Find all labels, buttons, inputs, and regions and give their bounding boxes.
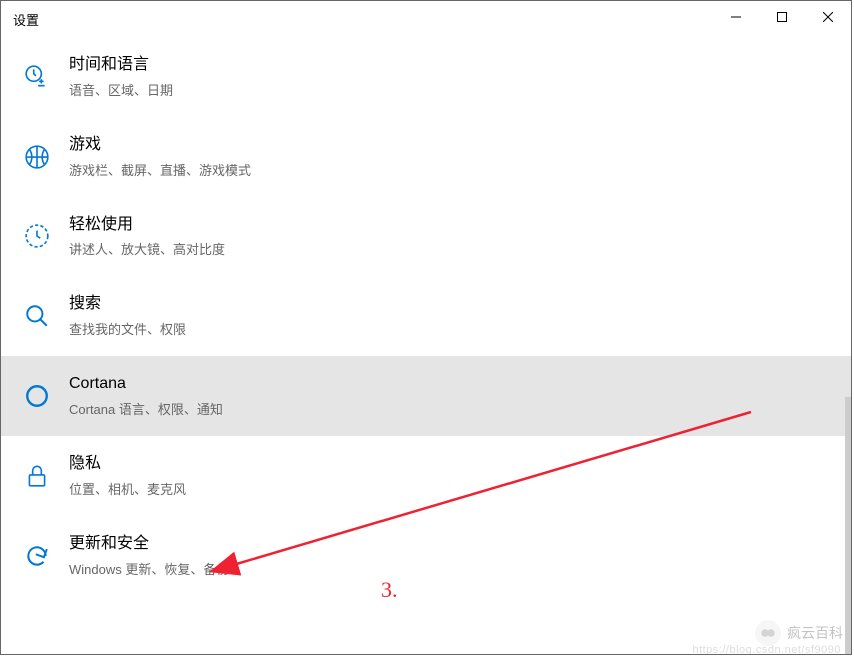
time-language-icon bbox=[23, 63, 51, 91]
item-subtitle: 游戏栏、截屏、直播、游戏模式 bbox=[69, 160, 251, 179]
item-subtitle: 讲述人、放大镜、高对比度 bbox=[69, 239, 225, 258]
item-title: 搜索 bbox=[69, 294, 186, 315]
item-subtitle: 语音、区域、日期 bbox=[69, 80, 173, 99]
window-controls bbox=[713, 1, 851, 33]
content-area: 时间和语言 语音、区域、日期 游戏 游戏栏、截屏、直播、游戏模式 轻松使 bbox=[1, 37, 851, 654]
settings-item-ease-of-access[interactable]: 轻松使用 讲述人、放大镜、高对比度 bbox=[1, 197, 851, 277]
settings-item-update-security[interactable]: 更新和安全 Windows 更新、恢复、备份 bbox=[1, 516, 851, 596]
cortana-icon bbox=[23, 382, 51, 410]
item-text: 游戏 游戏栏、截屏、直播、游戏模式 bbox=[69, 135, 251, 179]
minimize-button[interactable] bbox=[713, 1, 759, 33]
minimize-icon bbox=[731, 12, 741, 22]
scrollbar[interactable] bbox=[845, 397, 851, 654]
item-subtitle: 查找我的文件、权限 bbox=[69, 319, 186, 338]
item-text: Cortana Cortana 语言、权限、通知 bbox=[69, 374, 223, 418]
settings-item-cortana[interactable]: Cortana Cortana 语言、权限、通知 bbox=[1, 356, 851, 436]
close-button[interactable] bbox=[805, 1, 851, 33]
item-title: 隐私 bbox=[69, 454, 186, 475]
settings-item-gaming[interactable]: 游戏 游戏栏、截屏、直播、游戏模式 bbox=[1, 117, 851, 197]
update-security-icon bbox=[23, 542, 51, 570]
gaming-icon bbox=[23, 143, 51, 171]
item-title: 轻松使用 bbox=[69, 215, 225, 236]
ease-of-access-icon bbox=[23, 222, 51, 250]
settings-item-time-language[interactable]: 时间和语言 语音、区域、日期 bbox=[1, 37, 851, 117]
item-text: 时间和语言 语音、区域、日期 bbox=[69, 55, 173, 99]
annotation-number: 3. bbox=[381, 577, 398, 603]
window-title: 设置 bbox=[13, 10, 39, 29]
watermark-url: https://blog.csdn.net/sf9090 bbox=[692, 644, 841, 654]
watermark: 疯云百科 bbox=[755, 620, 843, 646]
item-text: 隐私 位置、相机、麦克风 bbox=[69, 454, 186, 498]
maximize-button[interactable] bbox=[759, 1, 805, 33]
search-icon bbox=[23, 302, 51, 330]
item-title: 更新和安全 bbox=[69, 534, 229, 555]
settings-item-search[interactable]: 搜索 查找我的文件、权限 bbox=[1, 276, 851, 356]
watermark-text: 疯云百科 bbox=[787, 623, 843, 643]
item-text: 更新和安全 Windows 更新、恢复、备份 bbox=[69, 534, 229, 578]
watermark-icon bbox=[755, 620, 781, 646]
item-text: 搜索 查找我的文件、权限 bbox=[69, 294, 186, 338]
settings-item-privacy[interactable]: 隐私 位置、相机、麦克风 bbox=[1, 436, 851, 516]
item-title: Cortana bbox=[69, 374, 223, 395]
settings-list: 时间和语言 语音、区域、日期 游戏 游戏栏、截屏、直播、游戏模式 轻松使 bbox=[1, 37, 851, 596]
item-title: 时间和语言 bbox=[69, 55, 173, 76]
item-subtitle: Cortana 语言、权限、通知 bbox=[69, 399, 223, 418]
settings-window: 设置 时间和语言 语音、区域、日期 bbox=[0, 0, 852, 655]
item-subtitle: Windows 更新、恢复、备份 bbox=[69, 559, 229, 578]
privacy-icon bbox=[23, 462, 51, 490]
close-icon bbox=[823, 12, 833, 22]
item-title: 游戏 bbox=[69, 135, 251, 156]
item-text: 轻松使用 讲述人、放大镜、高对比度 bbox=[69, 215, 225, 259]
maximize-icon bbox=[777, 12, 787, 22]
item-subtitle: 位置、相机、麦克风 bbox=[69, 479, 186, 498]
titlebar: 设置 bbox=[1, 1, 851, 37]
